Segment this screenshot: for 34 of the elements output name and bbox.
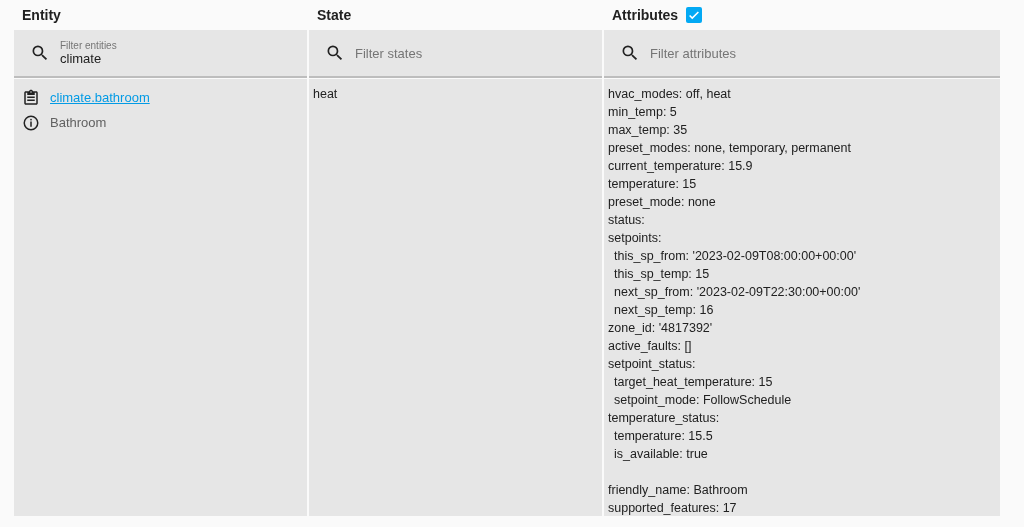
- attribute-line: setpoint_status:: [608, 356, 697, 373]
- search-icon: [30, 43, 50, 63]
- attribute-line: supported_features: 17: [608, 500, 738, 517]
- attribute-line: is_available: true: [613, 446, 709, 463]
- attribute-line: setpoint_mode: FollowSchedule: [613, 392, 793, 409]
- attribute-line: hvac_modes: off, heat: [608, 86, 732, 103]
- attribute-line: next_sp_from: '2023-02-09T22:30:00+00:00': [613, 284, 862, 301]
- attribute-line: friendly_name: Bathroom: [608, 482, 749, 499]
- column-header[interactable]: Entity: [22, 7, 61, 23]
- attribute-line: setpoints:: [608, 230, 663, 247]
- friendly-name: Bathroom: [50, 115, 107, 130]
- column-header[interactable]: Attributes: [612, 7, 679, 23]
- attribute-line: current_temperature: 15.9: [608, 158, 754, 175]
- attribute-line: next_sp_temp: 16: [613, 302, 715, 319]
- clipboard-icon: [22, 88, 40, 107]
- info-icon: [22, 113, 40, 132]
- search-icon: [620, 43, 640, 63]
- search-icon: [325, 43, 345, 63]
- attribute-line: preset_modes: none, temporary, permanent: [608, 140, 852, 157]
- attribute-line: this_sp_from: '2023-02-09T08:00:00+00:00': [613, 248, 858, 265]
- state-value: heat: [313, 86, 339, 103]
- attribute-line: temperature: 15.5: [613, 428, 714, 445]
- checkbox[interactable]: [686, 7, 703, 23]
- attribute-line: min_temp: 5: [608, 104, 678, 121]
- attribute-line: status:: [608, 212, 646, 229]
- attribute-line: zone_id: '4817392': [608, 320, 714, 337]
- attribute-line: temperature_status:: [608, 410, 721, 427]
- attribute-line: preset_mode: none: [608, 194, 717, 211]
- column-header[interactable]: State: [317, 7, 352, 23]
- attribute-line: temperature: 15: [608, 176, 698, 193]
- attribute-line: this_sp_temp: 15: [613, 266, 711, 283]
- attribute-line: active_faults: []: [608, 338, 693, 355]
- attribute-line: target_heat_temperature: 15: [613, 374, 774, 391]
- attribute-line: max_temp: 35: [608, 122, 689, 139]
